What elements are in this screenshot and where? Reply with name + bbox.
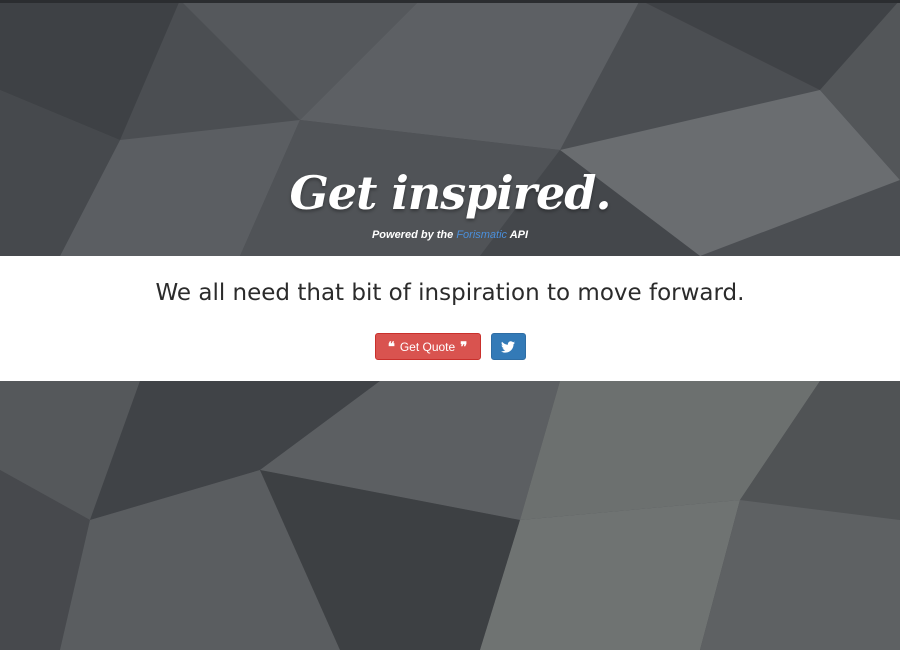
page-title: Get inspired. xyxy=(289,166,612,220)
powered-by-suffix: API xyxy=(509,229,529,241)
quote-band: We all need that bit of inspiration to m… xyxy=(0,256,900,381)
tweet-button[interactable] xyxy=(490,333,526,360)
get-quote-label: Get Quote xyxy=(399,340,456,354)
powered-by-prefix: Powered by the xyxy=(371,229,454,241)
forismatic-link[interactable]: Forismatic xyxy=(456,229,507,241)
page: Get inspired. Powered by the Forismatic … xyxy=(0,0,900,650)
close-quote-icon: ❞ xyxy=(460,340,468,355)
open-quote-icon: ❝ xyxy=(387,340,395,355)
powered-by-text: Powered by the Forismatic API xyxy=(0,229,900,241)
action-buttons: ❝ Get Quote ❞ xyxy=(0,333,900,360)
quote-text: We all need that bit of inspiration to m… xyxy=(155,280,745,306)
twitter-icon xyxy=(501,341,515,353)
hero-section: Get inspired. Powered by the Forismatic … xyxy=(0,0,900,256)
get-quote-button[interactable]: ❝ Get Quote ❞ xyxy=(374,333,481,360)
